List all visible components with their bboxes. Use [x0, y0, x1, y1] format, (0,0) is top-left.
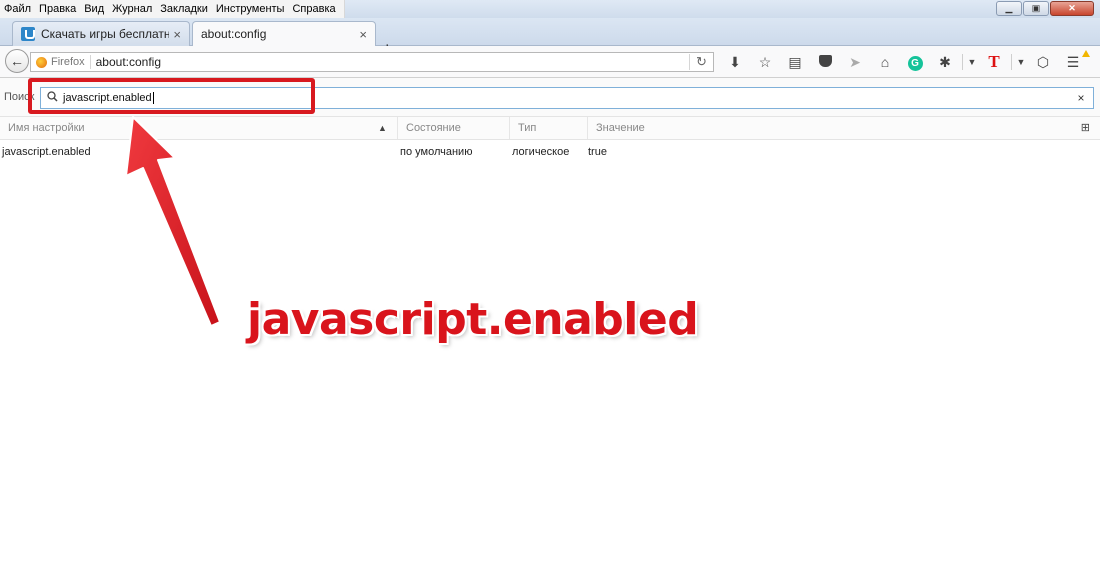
- annotation-label: javascript.enabled: [247, 294, 699, 345]
- arrow-shape: [125, 116, 221, 327]
- annotation-arrow: [125, 116, 221, 327]
